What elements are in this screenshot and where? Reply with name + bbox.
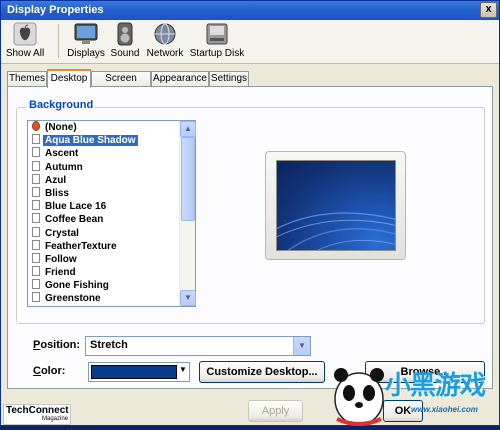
image-file-icon (32, 213, 40, 224)
image-file-icon (32, 160, 40, 171)
background-item-label: Coffee Bean (45, 214, 104, 226)
background-list-item[interactable]: FeatherTexture (28, 239, 179, 253)
window-title: Display Properties (7, 4, 104, 16)
apply-button[interactable]: Apply (248, 400, 303, 422)
listbox-scrollbar[interactable]: ▲ ▼ (179, 121, 196, 306)
background-item-label: Azul (45, 174, 67, 186)
image-file-icon (32, 239, 40, 250)
image-file-icon (32, 226, 40, 237)
background-list-item[interactable]: Aqua Blue Shadow (28, 134, 179, 148)
background-list-item[interactable]: Gone Fishing (28, 279, 179, 292)
color-label: Color: (33, 365, 66, 377)
monitor-icon (73, 22, 99, 46)
speaker-icon (112, 22, 138, 46)
background-list-item[interactable]: (None) (28, 121, 179, 134)
display-properties-window: Display Properties x Show All Displays S… (0, 0, 500, 426)
toolbar-displays[interactable]: Displays (66, 22, 106, 59)
background-item-label: Friend (45, 267, 76, 279)
image-file-icon (32, 200, 40, 211)
toolbar-startup-disk[interactable]: Startup Disk (189, 22, 245, 59)
background-list-items: (None) Aqua Blue Shadow Ascent Autumn Azul Bl… (28, 121, 179, 306)
position-label: Position: (33, 339, 81, 351)
scroll-thumb[interactable] (181, 137, 195, 221)
background-item-label: (None) (45, 122, 77, 133)
background-item-label: Crystal (45, 227, 79, 239)
background-item-label: Autumn (45, 161, 83, 173)
toolbar-label-sound: Sound (110, 48, 140, 59)
close-button[interactable]: x (480, 2, 497, 18)
background-list-item[interactable]: Greenstone (28, 292, 179, 305)
image-file-icon (32, 279, 40, 290)
xiaohei-logo-text: 小黑游戏 (385, 371, 486, 401)
scroll-down-button[interactable]: ▼ (180, 290, 196, 306)
background-item-label: FeatherTexture (45, 240, 117, 252)
scroll-up-button[interactable]: ▲ (180, 121, 196, 137)
background-item-label: Blue Lace 16 (45, 201, 107, 213)
toolbar-show-all[interactable]: Show All (5, 22, 45, 59)
toolbar-label-startup-disk: Startup Disk (189, 48, 245, 59)
desktop-preview-monitor (265, 151, 406, 260)
title-bar: Display Properties x (1, 1, 499, 20)
image-file-icon (32, 173, 40, 184)
background-list-item[interactable]: Bliss (28, 186, 179, 200)
background-list-item[interactable]: Coffee Bean (28, 213, 179, 226)
globe-icon (152, 22, 178, 46)
image-file-icon (32, 292, 40, 303)
image-file-icon (32, 252, 40, 263)
background-group-label: Background (27, 99, 96, 111)
color-dropdown-arrow-icon[interactable]: ▼ (178, 365, 188, 374)
toolbar-label-displays: Displays (67, 48, 105, 59)
tab-screen-saver[interactable]: Screen Saver (91, 71, 151, 98)
background-list-item[interactable]: Crystal (28, 226, 179, 240)
toolbar-network[interactable]: Network (145, 22, 185, 59)
background-item-label: Gone Fishing (45, 280, 109, 292)
disk-icon (204, 22, 230, 46)
background-item-label: Greenstone (45, 293, 101, 305)
tab-desktop[interactable]: Desktop (47, 69, 91, 88)
toolbar-label-show-all: Show All (5, 48, 45, 59)
background-listbox[interactable]: (None) Aqua Blue Shadow Ascent Autumn Azul Bl… (27, 120, 196, 307)
toolbar-sound[interactable]: Sound (107, 22, 143, 59)
background-list-item[interactable]: Ascent (28, 147, 179, 160)
wallpaper-preview (276, 160, 396, 251)
background-list-item[interactable]: Autumn (28, 160, 179, 174)
background-item-label: Aqua Blue Shadow (42, 134, 139, 148)
background-item-label: Ascent (45, 148, 79, 160)
background-list-item[interactable]: Azul (28, 173, 179, 187)
image-file-icon (32, 147, 40, 158)
background-list-item[interactable]: Friend (28, 266, 179, 279)
xiaohei-watermark: 小黑游戏 www.xiaohei.com (327, 359, 500, 427)
image-file-icon (32, 134, 40, 145)
chevron-down-icon[interactable]: ▼ (293, 337, 310, 355)
toolbar-separator (58, 24, 59, 58)
position-value: Stretch (90, 339, 128, 351)
apple-icon (12, 22, 38, 46)
background-item-label: Bliss (45, 187, 69, 199)
xiaohei-url: www.xiaohei.com (411, 405, 478, 414)
color-picker[interactable]: ▼ (88, 362, 190, 382)
background-item-label: Follow (45, 253, 77, 265)
image-file-icon (32, 186, 40, 197)
toolbar: Show All Displays Sound Network Startup … (1, 20, 499, 64)
none-icon (32, 121, 40, 131)
image-file-icon (32, 266, 40, 277)
wallpaper-swirl-image (277, 212, 395, 250)
color-swatch (91, 365, 177, 379)
background-list-item[interactable]: Blue Lace 16 (28, 200, 179, 213)
customize-desktop-button[interactable]: Customize Desktop... (199, 361, 325, 383)
tab-themes[interactable]: Themes (7, 71, 47, 87)
background-list-item[interactable]: Follow (28, 252, 179, 266)
tab-settings[interactable]: Settings (209, 71, 249, 87)
toolbar-label-network: Network (146, 48, 184, 59)
techconnect-logo: TechConnect Magazine (3, 404, 71, 425)
position-select[interactable]: Stretch ▼ (85, 336, 311, 356)
tab-appearance[interactable]: Appearance (151, 71, 209, 87)
